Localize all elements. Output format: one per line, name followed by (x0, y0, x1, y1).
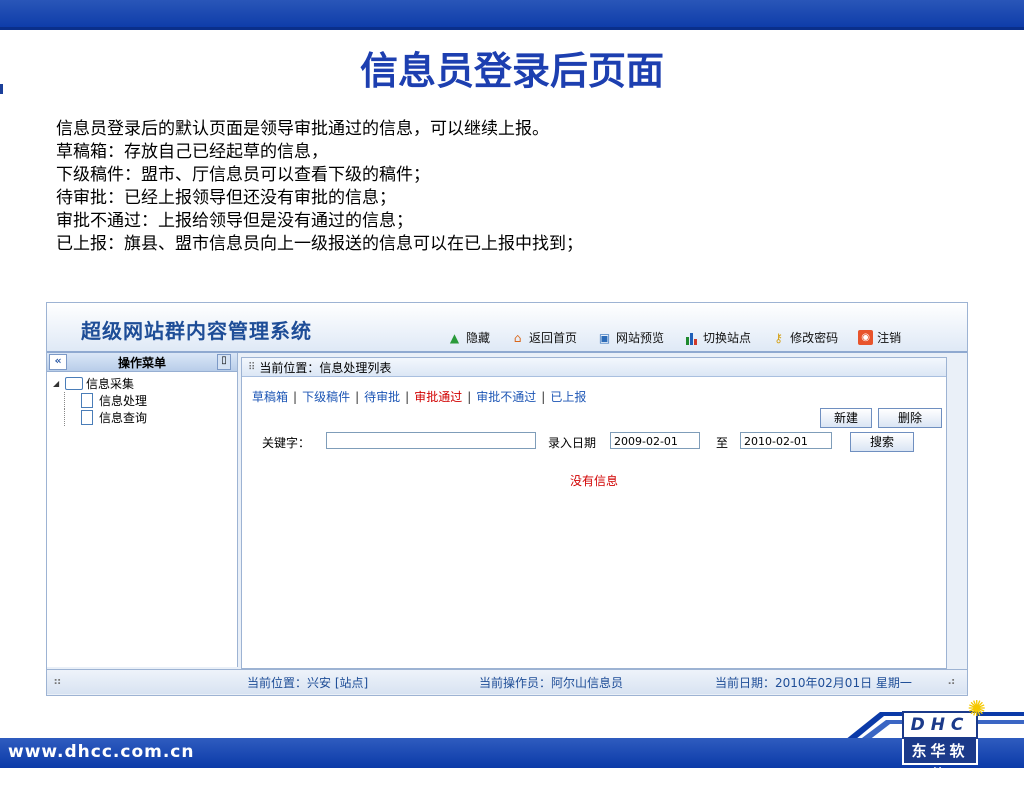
tab-separator: | (405, 390, 410, 404)
slide-title: 信息员登录后页面 (359, 49, 664, 93)
hide-button[interactable]: ▲ 隐藏 (447, 329, 490, 346)
change-password-label: 修改密码 (790, 331, 839, 345)
home-button[interactable]: ⌂ 返回首页 (510, 329, 577, 346)
sun-icon: ✺ (967, 697, 986, 722)
app-header: 超级网站群内容管理系统 ▲ 隐藏 ⌂ 返回首页 ▣ 网站预览 切换站点 ⚷ 修改… (47, 303, 967, 353)
collapse-menu-button[interactable]: « (49, 354, 67, 370)
logout-button[interactable]: ◉ 注销 (858, 329, 901, 346)
search-button[interactable]: 搜索 (850, 432, 914, 452)
empty-message: 没有信息 (569, 474, 618, 488)
menu-title: 操作菜单 (117, 355, 166, 370)
change-password-button[interactable]: ⚷ 修改密码 (771, 329, 838, 346)
tree-item-info-process[interactable]: 信息处理 (64, 392, 237, 409)
key-icon: ⚷ (774, 330, 783, 345)
location-bar: ⠿ 当前位置：信息处理列表 (242, 358, 946, 377)
folder-open-icon (65, 377, 83, 390)
tab-approved[interactable]: 审批通过 (414, 390, 462, 404)
tab-reported[interactable]: 已上报 (550, 390, 586, 404)
delete-button[interactable]: 删除 (878, 408, 942, 428)
pin-icon[interactable]: ▯ (217, 354, 231, 370)
switch-site-icon (684, 330, 699, 345)
description: 信息员登录后的默认页面是领导审批通过的信息，可以继续上报。 草稿箱：存放自己已经… (56, 118, 583, 256)
expand-triangle-icon: ◢ (53, 379, 60, 388)
grip-dots-icon: ⠿ (248, 361, 256, 373)
preview-button[interactable]: ▣ 网站预览 (597, 329, 664, 346)
description-line: 草稿箱：存放自己已经起草的信息， (56, 142, 328, 162)
hide-arrow-icon: ▲ (449, 330, 460, 345)
tab-separator: | (541, 390, 546, 404)
dhc-logo: DHC 东华软件 ✺ (902, 697, 986, 784)
menu-pane: « 操作菜单 ▯ ◢ 信息采集 信息处理 信息查询 (47, 353, 238, 667)
tab-drafts[interactable]: 草稿箱 (252, 390, 288, 404)
status-date: 当前日期：2010年02月01日 星期一 (715, 676, 912, 690)
keyword-input[interactable] (326, 432, 536, 449)
tab-rejected[interactable]: 审批不通过 (476, 390, 536, 404)
status-grip-icon: ⠶ (53, 674, 62, 688)
tree-item-info-query[interactable]: 信息查询 (64, 409, 237, 426)
tree-node-label: 信息采集 (86, 377, 135, 391)
description-line: 审批不通过：上报给领导但是没有通过的信息； (56, 211, 413, 231)
logo-bottom-text: 东华软件 (902, 739, 978, 784)
logout-icon: ◉ (858, 330, 874, 345)
bar-chart-glyph (685, 332, 697, 345)
switch-site-label: 切换站点 (703, 331, 752, 345)
date-from-input[interactable]: 2009-02-01 (610, 432, 700, 449)
tree-item-label: 信息处理 (99, 394, 148, 408)
status-location: 当前位置：兴安 [站点] (247, 676, 369, 690)
app-title: 超级网站群内容管理系统 (81, 319, 312, 343)
status-tabs: 草稿箱 | 下级稿件 | 待审批 | 审批通过 | 审批不通过 | 已上报 (252, 388, 586, 405)
tree-item-label: 信息查询 (99, 411, 148, 425)
keyword-label: 关键字： (262, 436, 311, 450)
toolbar: ▲ 隐藏 ⌂ 返回首页 ▣ 网站预览 切换站点 ⚷ 修改密码 ◉ 注销 (447, 329, 921, 346)
status-operator: 当前操作员：阿尔山信息员 (479, 676, 624, 690)
main-pane: ⠿ 当前位置：信息处理列表 草稿箱 | 下级稿件 | 待审批 | 审批通过 | 审批不通过 | 已上… (241, 357, 947, 669)
tab-separator: | (355, 390, 360, 404)
new-button[interactable]: 新建 (820, 408, 872, 428)
top-band (0, 0, 1024, 30)
menu-tree: ◢ 信息采集 信息处理 信息查询 (47, 372, 237, 426)
date-label: 录入日期 (548, 436, 597, 450)
preview-label: 网站预览 (616, 331, 665, 345)
hide-label: 隐藏 (466, 331, 491, 345)
date-to-input[interactable]: 2010-02-01 (740, 432, 832, 449)
app-window: 超级网站群内容管理系统 ▲ 隐藏 ⌂ 返回首页 ▣ 网站预览 切换站点 ⚷ 修改… (46, 302, 968, 696)
tab-separator: | (467, 390, 472, 404)
location-text: 当前位置：信息处理列表 (259, 360, 392, 375)
document-icon (81, 410, 93, 425)
tab-separator: | (293, 390, 298, 404)
home-icon: ⌂ (513, 330, 522, 345)
status-bar: ⠶ 当前位置：兴安 [站点] 当前操作员：阿尔山信息员 当前日期：2010年02… (47, 669, 967, 694)
date-to-label: 至 (716, 436, 729, 450)
tab-pending[interactable]: 待审批 (364, 390, 400, 404)
tab-subordinate[interactable]: 下级稿件 (302, 390, 350, 404)
description-line: 信息员登录后的默认页面是领导审批通过的信息，可以继续上报。 (56, 119, 549, 139)
home-label: 返回首页 (529, 331, 578, 345)
tree-node-info-collect[interactable]: ◢ 信息采集 (53, 375, 237, 392)
logout-label: 注销 (877, 331, 902, 345)
preview-icon: ▣ (598, 330, 611, 345)
description-line: 下级稿件：盟市、厅信息员可以查看下级的稿件； (56, 165, 430, 185)
resize-grip-icon: ⠴ (947, 674, 956, 688)
description-line: 已上报：旗县、盟市信息员向上一级报送的信息可以在已上报中找到； (56, 234, 583, 254)
menu-header: « 操作菜单 ▯ (47, 353, 237, 372)
document-icon (81, 393, 93, 408)
description-line: 待审批：已经上报领导但还没有审批的信息； (56, 188, 396, 208)
switch-site-button[interactable]: 切换站点 (684, 329, 751, 346)
footer-url: www.dhcc.com.cn (8, 742, 195, 762)
